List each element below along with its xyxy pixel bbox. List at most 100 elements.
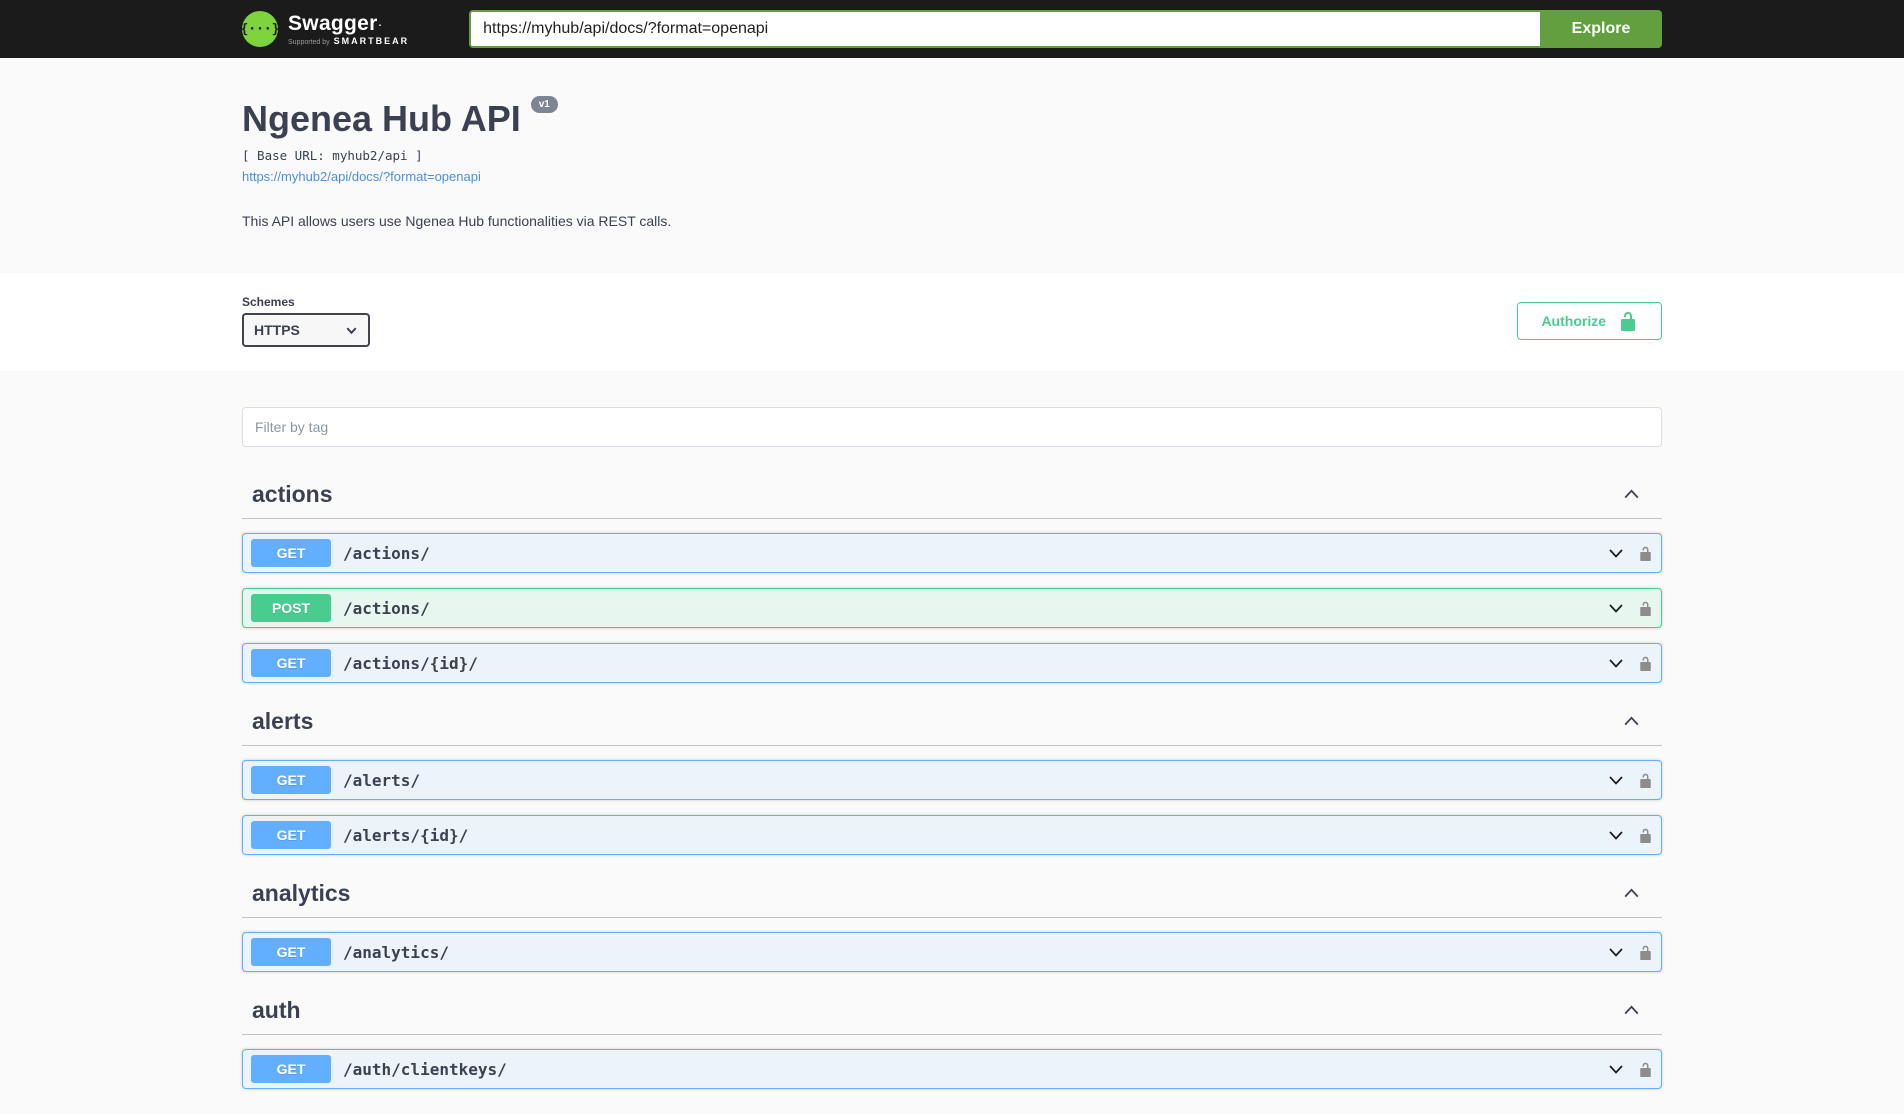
chevron-up-icon[interactable] bbox=[1621, 883, 1642, 904]
operation-path: /actions/ bbox=[343, 599, 1606, 618]
tag-header[interactable]: alerts bbox=[242, 698, 1662, 746]
spec-url-form: Explore bbox=[469, 10, 1662, 48]
chevron-down-icon bbox=[1606, 1059, 1626, 1079]
tag-title: auth bbox=[252, 997, 301, 1024]
operation-row[interactable]: GET /alerts/ bbox=[242, 760, 1662, 800]
version-badge: v1 bbox=[531, 96, 558, 113]
operation-auth-button[interactable] bbox=[1638, 545, 1653, 562]
topbar: {···} Swagger. Supported by SMARTBEAR Ex… bbox=[0, 0, 1904, 58]
chevron-down-icon bbox=[1606, 825, 1626, 845]
spec-link[interactable]: https://myhub2/api/docs/?format=openapi bbox=[242, 169, 481, 184]
tag-section: alerts GET /alerts/ GET /alerts/{id}/ bbox=[242, 698, 1662, 855]
chevron-down-icon bbox=[1606, 598, 1626, 618]
operation-auth-button[interactable] bbox=[1638, 827, 1653, 844]
chevron-down-icon bbox=[1606, 942, 1626, 962]
tag-header[interactable]: actions bbox=[242, 471, 1662, 519]
operation-auth-button[interactable] bbox=[1638, 600, 1653, 617]
api-description: This API allows users use Ngenea Hub fun… bbox=[242, 213, 1662, 229]
schemes-select[interactable]: HTTPS bbox=[242, 313, 370, 347]
unlock-icon bbox=[1638, 944, 1653, 961]
expand-operation-button[interactable] bbox=[1606, 543, 1626, 563]
method-badge: GET bbox=[251, 821, 331, 849]
tag-section: analytics GET /analytics/ bbox=[242, 870, 1662, 972]
operation-row[interactable]: GET /actions/ bbox=[242, 533, 1662, 573]
unlock-icon bbox=[1638, 772, 1653, 789]
operation-row[interactable]: GET /auth/clientkeys/ bbox=[242, 1049, 1662, 1089]
chevron-up-icon[interactable] bbox=[1621, 1000, 1642, 1021]
operation-path: /actions/ bbox=[343, 544, 1606, 563]
spec-url-input[interactable] bbox=[469, 10, 1540, 48]
schemes-label: Schemes bbox=[242, 295, 370, 309]
tag-section: actions GET /actions/ POST /actions/ bbox=[242, 471, 1662, 683]
operations-list: GET /alerts/ GET /alerts/{id}/ bbox=[242, 746, 1662, 855]
method-badge: GET bbox=[251, 938, 331, 966]
expand-operation-button[interactable] bbox=[1606, 825, 1626, 845]
tag-header[interactable]: auth bbox=[242, 987, 1662, 1035]
operation-path: /analytics/ bbox=[343, 943, 1606, 962]
operations-area: actions GET /actions/ POST /actions/ bbox=[0, 371, 1904, 1114]
method-badge: GET bbox=[251, 649, 331, 677]
chevron-up-icon[interactable] bbox=[1621, 484, 1642, 505]
scheme-container: Schemes HTTPS Authorize bbox=[0, 273, 1904, 371]
chevron-down-icon bbox=[1606, 770, 1626, 790]
info-section: Ngenea Hub API v1 [ Base URL: myhub2/api… bbox=[0, 58, 1904, 261]
operation-row[interactable]: GET /actions/{id}/ bbox=[242, 643, 1662, 683]
unlock-icon bbox=[1618, 311, 1638, 331]
unlock-icon bbox=[1638, 545, 1653, 562]
operation-path: /alerts/{id}/ bbox=[343, 826, 1606, 845]
operations-list: GET /auth/clientkeys/ bbox=[242, 1035, 1662, 1089]
operation-auth-button[interactable] bbox=[1638, 1061, 1653, 1078]
operation-auth-button[interactable] bbox=[1638, 944, 1653, 961]
operation-row[interactable]: GET /analytics/ bbox=[242, 932, 1662, 972]
swagger-logo-icon: {···} bbox=[242, 11, 278, 47]
expand-operation-button[interactable] bbox=[1606, 598, 1626, 618]
chevron-up-icon[interactable] bbox=[1621, 711, 1642, 732]
operation-path: /auth/clientkeys/ bbox=[343, 1060, 1606, 1079]
chevron-down-icon bbox=[1606, 543, 1626, 563]
method-badge: GET bbox=[251, 1055, 331, 1083]
swagger-logo[interactable]: {···} Swagger. Supported by SMARTBEAR bbox=[242, 11, 409, 47]
expand-operation-button[interactable] bbox=[1606, 942, 1626, 962]
expand-operation-button[interactable] bbox=[1606, 1059, 1626, 1079]
operation-row[interactable]: POST /actions/ bbox=[242, 588, 1662, 628]
brand-tagline: Supported by SMARTBEAR bbox=[288, 36, 409, 46]
method-badge: GET bbox=[251, 539, 331, 567]
authorize-button[interactable]: Authorize bbox=[1517, 302, 1662, 340]
unlock-icon bbox=[1638, 1061, 1653, 1078]
tag-header[interactable]: analytics bbox=[242, 870, 1662, 918]
logo-braces: {···} bbox=[240, 22, 279, 37]
api-title-text: Ngenea Hub API bbox=[242, 98, 521, 140]
operation-path: /actions/{id}/ bbox=[343, 654, 1606, 673]
unlock-icon bbox=[1638, 655, 1653, 672]
page-title: Ngenea Hub API v1 bbox=[242, 98, 1662, 140]
tagline-prefix: Supported by bbox=[288, 39, 330, 46]
base-url: [ Base URL: myhub2/api ] bbox=[242, 148, 1662, 163]
sections: actions GET /actions/ POST /actions/ bbox=[242, 471, 1662, 1089]
explore-button[interactable]: Explore bbox=[1540, 10, 1662, 48]
brand-mark: . bbox=[379, 18, 382, 29]
tag-title: alerts bbox=[252, 708, 313, 735]
operations-list: GET /analytics/ bbox=[242, 918, 1662, 972]
operation-path: /alerts/ bbox=[343, 771, 1606, 790]
method-badge: POST bbox=[251, 594, 331, 622]
tag-section: auth GET /auth/clientkeys/ bbox=[242, 987, 1662, 1089]
tag-title: actions bbox=[252, 481, 333, 508]
expand-operation-button[interactable] bbox=[1606, 653, 1626, 673]
schemes-select-value: HTTPS bbox=[254, 322, 300, 338]
filter-by-tag-input[interactable] bbox=[242, 407, 1662, 447]
chevron-down-icon bbox=[345, 324, 358, 337]
operations-list: GET /actions/ POST /actions/ bbox=[242, 519, 1662, 683]
unlock-icon bbox=[1638, 600, 1653, 617]
method-badge: GET bbox=[251, 766, 331, 794]
tagline-brand: SMARTBEAR bbox=[334, 36, 410, 46]
expand-operation-button[interactable] bbox=[1606, 770, 1626, 790]
operation-auth-button[interactable] bbox=[1638, 772, 1653, 789]
brand-name: Swagger. bbox=[288, 13, 409, 35]
tag-title: analytics bbox=[252, 880, 350, 907]
operation-auth-button[interactable] bbox=[1638, 655, 1653, 672]
chevron-down-icon bbox=[1606, 653, 1626, 673]
schemes-group: Schemes HTTPS bbox=[242, 295, 370, 347]
unlock-icon bbox=[1638, 827, 1653, 844]
authorize-label: Authorize bbox=[1541, 313, 1606, 329]
operation-row[interactable]: GET /alerts/{id}/ bbox=[242, 815, 1662, 855]
